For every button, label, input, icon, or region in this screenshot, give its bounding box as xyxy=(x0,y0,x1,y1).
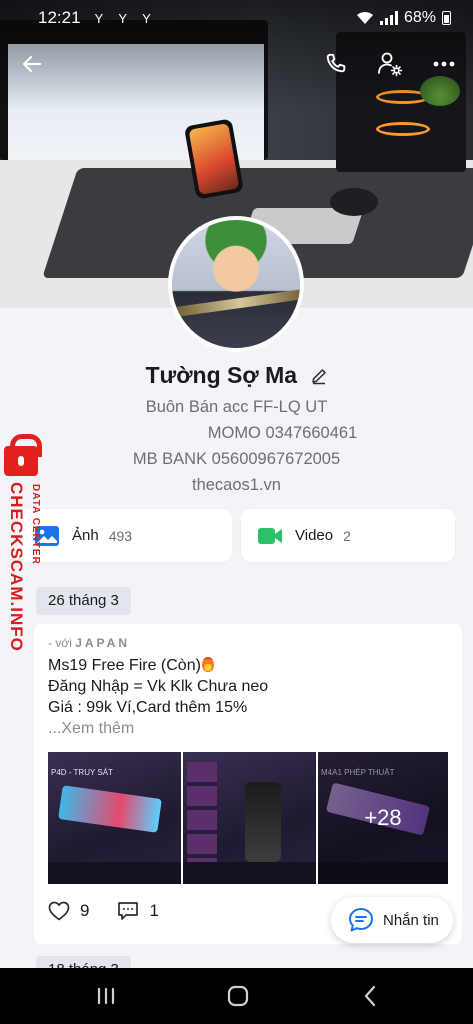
more-photos-count: +28 xyxy=(364,805,402,830)
chat-bubble-icon xyxy=(349,908,373,932)
cover-mouse xyxy=(330,188,378,216)
bio-line: thecaos1.vn xyxy=(192,476,281,494)
post-gallery: P4D - TRUY SÁT M4A1 PHÉP THUẬT +28 xyxy=(48,752,448,884)
like-count: 9 xyxy=(80,901,90,920)
post-text: Ms19 Free Fire (Còn) Đăng Nhập = Vk Klk … xyxy=(48,655,268,739)
videos-button[interactable]: Video 2 xyxy=(241,509,455,562)
video-camera-icon xyxy=(258,527,282,544)
watermark-text: CHECKSCAM.INFO xyxy=(7,482,26,652)
profile-name-row: Tường Sợ Ma xyxy=(0,362,473,390)
heart-icon xyxy=(48,901,70,921)
battery-percent: 68% xyxy=(403,9,436,26)
profile-bio: Buôn Bán acc FF-LQ UT MOMO 0347660461 MB… xyxy=(0,394,473,498)
more-options-button[interactable] xyxy=(424,44,464,84)
post-line: Ms19 Free Fire (Còn) xyxy=(48,657,201,674)
recents-icon xyxy=(97,987,115,1005)
checkscam-watermark: CHECKSCAM.INFO DATA CENTER xyxy=(0,434,52,666)
post-photo-more[interactable]: M4A1 PHÉP THUẬT +28 xyxy=(318,752,448,884)
comment-icon xyxy=(118,902,139,920)
photos-label: Ảnh xyxy=(72,527,99,544)
profile-avatar[interactable] xyxy=(168,216,304,352)
back-button[interactable] xyxy=(12,44,52,84)
system-navigation-bar xyxy=(0,968,473,1024)
user-gear-icon xyxy=(378,52,403,77)
message-button[interactable]: Nhắn tin xyxy=(331,897,453,943)
system-back-button[interactable] xyxy=(340,976,400,1016)
like-button[interactable]: 9 xyxy=(48,901,89,921)
tagged-user[interactable]: JAPAN xyxy=(75,636,130,650)
pencil-icon xyxy=(311,369,326,385)
post-line: Giá : 99k Ví,Card thêm 15% xyxy=(48,699,248,716)
battery-icon xyxy=(442,11,451,25)
status-time: 12:21 xyxy=(38,8,81,27)
chevron-left-icon xyxy=(364,985,376,1007)
post-line: Đăng Nhập = Vk Klk Chưa neo xyxy=(48,678,269,695)
fire-emoji-icon xyxy=(201,657,214,672)
bio-line: Buôn Bán acc FF-LQ UT xyxy=(145,398,328,416)
comment-button[interactable]: 1 xyxy=(117,901,159,921)
videos-count: 2 xyxy=(343,527,351,544)
bio-line: MOMO 0347660461 xyxy=(207,424,358,442)
see-more-link[interactable]: ...Xem thêm xyxy=(48,718,268,739)
videos-label: Video xyxy=(295,527,334,544)
post-tag-line: - với JAPAN xyxy=(48,636,131,650)
home-button[interactable] xyxy=(208,976,268,1016)
post-photo[interactable] xyxy=(183,752,316,884)
more-horizontal-icon xyxy=(433,61,455,67)
message-label: Nhắn tin xyxy=(383,911,439,929)
profile-name: Tường Sợ Ma xyxy=(145,362,298,388)
comment-count: 1 xyxy=(149,901,159,920)
arrow-left-icon xyxy=(22,55,42,73)
status-bar: 12:21 Y Y Y 68% xyxy=(0,0,473,36)
watermark-subtext: DATA CENTER xyxy=(30,484,41,565)
call-button[interactable] xyxy=(316,44,356,84)
edit-name-button[interactable] xyxy=(310,367,328,390)
post-photo[interactable]: P4D - TRUY SÁT xyxy=(48,752,181,884)
profile-settings-button[interactable] xyxy=(370,44,410,84)
photo-caption: P4D - TRUY SÁT xyxy=(51,768,113,777)
signal-icon xyxy=(379,11,398,25)
photos-count: 493 xyxy=(108,527,133,544)
phone-icon xyxy=(326,53,346,73)
lock-icon xyxy=(4,434,42,476)
bio-line: MB BANK 05600967672005 xyxy=(132,450,341,468)
post-card[interactable]: - với JAPAN Ms19 Free Fire (Còn) Đăng Nh… xyxy=(34,624,462,944)
post-actions: 9 1 xyxy=(48,899,159,923)
top-navigation xyxy=(0,44,473,84)
wifi-icon xyxy=(356,11,373,24)
recents-button[interactable] xyxy=(76,976,136,1016)
home-icon xyxy=(227,985,249,1007)
notification-icons: Y Y Y xyxy=(94,10,157,26)
